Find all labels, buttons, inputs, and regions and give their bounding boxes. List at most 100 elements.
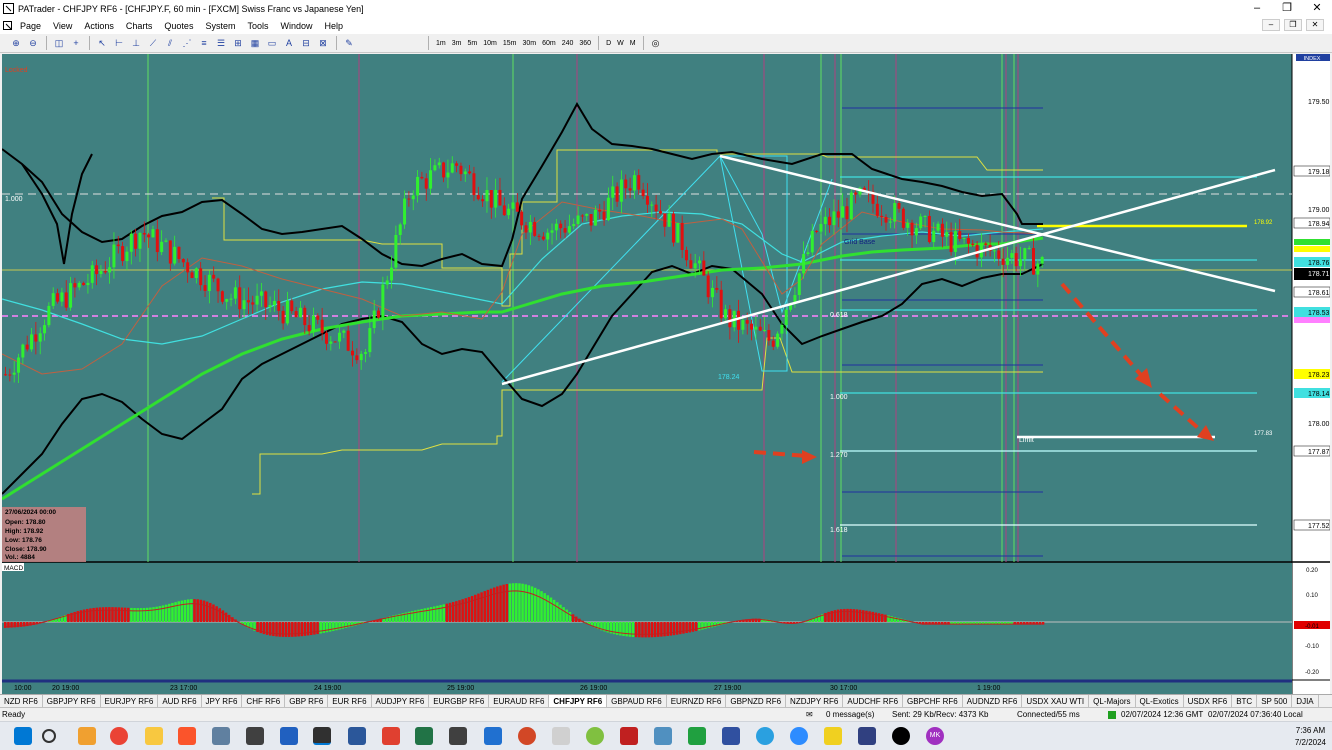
brave-icon[interactable] xyxy=(178,727,196,745)
channel-icon[interactable]: ⫽ xyxy=(162,36,178,51)
app-icon-1[interactable] xyxy=(212,727,230,745)
symbol-tab[interactable]: CHF RF6 xyxy=(242,694,286,708)
menu-tools[interactable]: Tools xyxy=(241,21,274,31)
zoom-in-icon[interactable]: ⊕ xyxy=(8,36,24,51)
timeframe-240[interactable]: 240 xyxy=(559,36,577,51)
symbol-tab[interactable]: JPY RF6 xyxy=(202,694,243,708)
horizontal-line-icon[interactable]: ⊢ xyxy=(111,36,127,51)
symbol-tab[interactable]: GBPNZD RF6 xyxy=(726,694,787,708)
menu-quotes[interactable]: Quotes xyxy=(158,21,199,31)
timeframe-1m[interactable]: 1m xyxy=(433,36,449,51)
symbol-tab[interactable]: CHFJPY RF6 xyxy=(549,694,608,708)
zoom-out-icon[interactable]: ⊖ xyxy=(25,36,41,51)
menu-page[interactable]: Page xyxy=(14,21,47,31)
app-icon-4[interactable] xyxy=(382,727,400,745)
crosshair-icon[interactable]: + xyxy=(68,36,84,51)
symbol-tab[interactable]: USDX XAU WTI xyxy=(1022,694,1090,708)
close-button[interactable]: ✕ xyxy=(1302,0,1332,17)
menu-system[interactable]: System xyxy=(199,21,241,31)
rectangle-icon[interactable]: ▭ xyxy=(264,36,280,51)
zoom-icon[interactable] xyxy=(790,727,808,745)
symbol-tab[interactable]: SP 500 xyxy=(1257,694,1293,708)
mdi-close-button[interactable]: ✕ xyxy=(1306,19,1324,31)
word-icon[interactable] xyxy=(348,727,366,745)
symbol-tab[interactable]: QL-Majors xyxy=(1089,694,1136,708)
symbol-tab[interactable]: EUR RF6 xyxy=(328,694,372,708)
symbol-tab[interactable]: AUDNZD RF6 xyxy=(963,694,1023,708)
symbol-tab[interactable]: AUDCHF RF6 xyxy=(843,694,904,708)
mail-icon[interactable] xyxy=(78,727,96,745)
menu-actions[interactable]: Actions xyxy=(78,21,120,31)
app-icon-12[interactable] xyxy=(722,727,740,745)
timeframe-3m[interactable]: 3m xyxy=(449,36,465,51)
symbol-tab[interactable]: NZD RF6 xyxy=(0,694,43,708)
symbol-tab[interactable]: NZDJPY RF6 xyxy=(786,694,844,708)
fib-fan-icon[interactable]: ⋰ xyxy=(179,36,195,51)
app-icon-9[interactable] xyxy=(620,727,638,745)
gann-icon[interactable]: ⊞ xyxy=(230,36,246,51)
windows-start-icon[interactable] xyxy=(14,727,32,745)
symbol-tab[interactable]: QL-Exotics xyxy=(1136,694,1184,708)
symbol-tab[interactable]: AUDJPY RF6 xyxy=(372,694,430,708)
system-clock[interactable]: 7:36 AM 7/2/2024 xyxy=(1295,725,1326,749)
avatar[interactable]: MK xyxy=(926,727,944,745)
price-chart[interactable]: Locked 1.000 1.000 1.270 1.618 0.618 178… xyxy=(1,54,1331,694)
symbol-tab[interactable]: EURJPY RF6 xyxy=(101,694,159,708)
symbol-tab[interactable]: USDX RF6 xyxy=(1184,694,1233,708)
chrome-icon[interactable] xyxy=(110,727,128,745)
timeframe-w[interactable]: W xyxy=(614,36,627,51)
app-icon-14[interactable] xyxy=(858,727,876,745)
status-messages[interactable]: 0 message(s) xyxy=(826,710,874,719)
mdi-restore-button[interactable]: ❐ xyxy=(1284,19,1302,31)
symbol-tab[interactable]: GBPJPY RF6 xyxy=(43,694,101,708)
menu-window[interactable]: Window xyxy=(274,21,318,31)
timeframe-30m[interactable]: 30m xyxy=(519,36,539,51)
symbol-tab[interactable]: AUD RF6 xyxy=(158,694,202,708)
app-icon-2[interactable] xyxy=(246,727,264,745)
symbol-tab[interactable]: EURNZD RF6 xyxy=(667,694,727,708)
timeframe-15m[interactable]: 15m xyxy=(500,36,520,51)
app-icon-8[interactable] xyxy=(586,727,604,745)
excel-icon[interactable] xyxy=(415,727,433,745)
timeframe-5m[interactable]: 5m xyxy=(464,36,480,51)
draw-icon[interactable]: ✎ xyxy=(341,36,357,51)
app-icon-10[interactable] xyxy=(654,727,672,745)
pointer-icon[interactable]: ↖ xyxy=(94,36,110,51)
vertical-line-icon[interactable]: ⊥ xyxy=(128,36,144,51)
menu-view[interactable]: View xyxy=(47,21,78,31)
timeframe-10m[interactable]: 10m xyxy=(480,36,500,51)
app-icon-11[interactable] xyxy=(688,727,706,745)
app-icon-3[interactable] xyxy=(280,727,298,745)
chart-area[interactable]: Locked 1.000 1.000 1.270 1.618 0.618 178… xyxy=(1,54,1331,694)
symbol-tab[interactable]: GBP RF6 xyxy=(285,694,329,708)
trendline-icon[interactable]: ⟋ xyxy=(145,36,161,51)
symbol-tab[interactable]: GBPAUD RF6 xyxy=(607,694,667,708)
minimize-button[interactable]: – xyxy=(1242,0,1272,17)
folder-icon[interactable] xyxy=(145,727,163,745)
fib-retracement-icon[interactable]: ≡ xyxy=(196,36,212,51)
menu-help[interactable]: Help xyxy=(319,21,350,31)
symbol-tab[interactable]: EURGBP RF6 xyxy=(429,694,490,708)
symbol-tab[interactable]: EURAUD RF6 xyxy=(489,694,550,708)
search-icon[interactable] xyxy=(42,729,56,743)
app-icon-7[interactable] xyxy=(552,727,570,745)
app-icon-13[interactable] xyxy=(824,727,842,745)
timeframe-360[interactable]: 360 xyxy=(576,36,594,51)
symbol-tab[interactable]: DJIA xyxy=(1292,694,1319,708)
grid-icon[interactable]: ▦ xyxy=(247,36,263,51)
symbol-tab[interactable]: BTC xyxy=(1232,694,1258,708)
symbol-tab[interactable]: GBPCHF RF6 xyxy=(903,694,963,708)
tiktok-icon[interactable] xyxy=(892,727,910,745)
maximize-button[interactable]: ❐ xyxy=(1272,0,1302,17)
timeframe-60m[interactable]: 60m xyxy=(539,36,559,51)
target-icon[interactable]: ◎ xyxy=(648,36,664,51)
mdi-minimize-button[interactable]: – xyxy=(1262,19,1280,31)
text-icon[interactable]: A xyxy=(281,36,297,51)
patrader-icon[interactable] xyxy=(313,727,331,745)
timeframe-m[interactable]: M xyxy=(627,36,639,51)
telegram-icon[interactable] xyxy=(756,727,774,745)
chart-icon[interactable]: ◫ xyxy=(51,36,67,51)
powerpoint-icon[interactable] xyxy=(518,727,536,745)
app-icon-5[interactable] xyxy=(449,727,467,745)
pattern-icon[interactable]: ⊠ xyxy=(315,36,331,51)
